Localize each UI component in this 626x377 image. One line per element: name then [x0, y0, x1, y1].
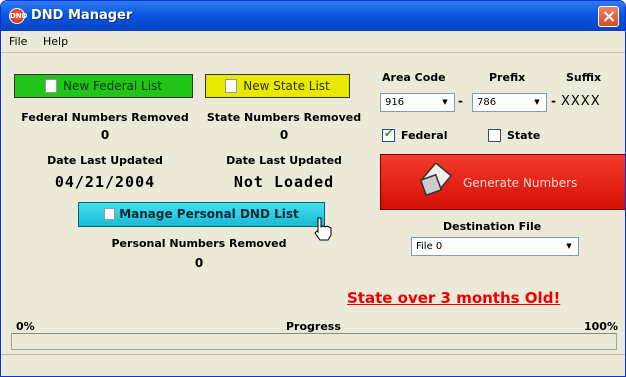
state-removed-label: State Numbers Removed	[206, 111, 362, 124]
menu-file[interactable]: File	[9, 35, 27, 48]
hand-cursor-icon	[314, 217, 332, 241]
area-prefix-dash: -	[458, 94, 463, 108]
menu-help[interactable]: Help	[43, 35, 68, 48]
app-logo-icon: DND	[9, 8, 27, 24]
personal-removed-value: 0	[194, 256, 204, 270]
title-bar[interactable]: DND DND Manager	[1, 1, 625, 31]
area-code-label: Area Code	[382, 71, 446, 84]
state-date-label: Date Last Updated	[226, 154, 342, 167]
manage-personal-dnd-label: Manage Personal DND List	[119, 207, 299, 221]
new-federal-list-button[interactable]: New Federal List	[14, 74, 193, 98]
area-code-value: 916	[385, 97, 405, 108]
state-outdated-warning[interactable]: State over 3 months Old!	[347, 289, 560, 307]
new-federal-list-label: New Federal List	[62, 79, 163, 93]
federal-checkbox[interactable]	[382, 127, 395, 142]
generate-gear-icon	[419, 163, 453, 197]
prefix-label: Prefix	[489, 71, 526, 84]
close-button[interactable]	[598, 6, 619, 27]
progress-max-label: 100%	[584, 320, 618, 333]
state-checkbox-label[interactable]: State	[507, 129, 540, 142]
chevron-down-icon[interactable]: ▼	[530, 95, 544, 110]
chevron-down-icon[interactable]: ▼	[562, 239, 576, 254]
suffix-label: Suffix	[566, 71, 602, 84]
federal-removed-label: Federal Numbers Removed	[21, 111, 189, 124]
federal-date-value: 04/21/2004	[54, 173, 156, 191]
document-icon	[225, 78, 238, 93]
state-removed-value: 0	[279, 128, 289, 142]
federal-removed-value: 0	[100, 128, 110, 142]
progress-min-label: 0%	[16, 320, 35, 333]
federal-date-label: Date Last Updated	[47, 154, 163, 167]
new-state-list-label: New State List	[243, 79, 330, 93]
app-window: DND DND Manager File Help New Federal Li…	[0, 0, 626, 377]
window-title: DND Manager	[31, 8, 133, 23]
notepad-icon	[104, 207, 116, 220]
destination-file-select[interactable]: File 0 ▼	[411, 237, 579, 256]
state-checkbox[interactable]	[488, 129, 501, 142]
destination-file-label: Destination File	[443, 220, 542, 233]
state-date-value: Not Loaded	[233, 173, 335, 191]
generate-numbers-button[interactable]: Generate Numbers	[380, 154, 625, 210]
area-code-select[interactable]: 916 ▼	[380, 93, 455, 112]
chevron-down-icon[interactable]: ▼	[438, 95, 452, 110]
federal-checkbox-label[interactable]: Federal	[401, 129, 447, 142]
prefix-value: 786	[477, 97, 497, 108]
destination-file-value: File 0	[416, 241, 443, 252]
new-state-list-button[interactable]: New State List	[205, 74, 350, 98]
progress-bar	[11, 333, 617, 350]
document-icon	[44, 78, 57, 93]
menu-bar: File Help	[1, 31, 625, 53]
generate-numbers-label: Generate Numbers	[463, 176, 578, 190]
personal-removed-label: Personal Numbers Removed	[111, 237, 287, 250]
status-bar	[1, 354, 625, 376]
prefix-suffix-dash: -	[551, 94, 556, 108]
prefix-select[interactable]: 786 ▼	[472, 93, 547, 112]
manage-personal-dnd-button[interactable]: Manage Personal DND List	[78, 202, 325, 227]
progress-label: Progress	[286, 320, 341, 333]
suffix-value: XXXX	[561, 94, 601, 109]
